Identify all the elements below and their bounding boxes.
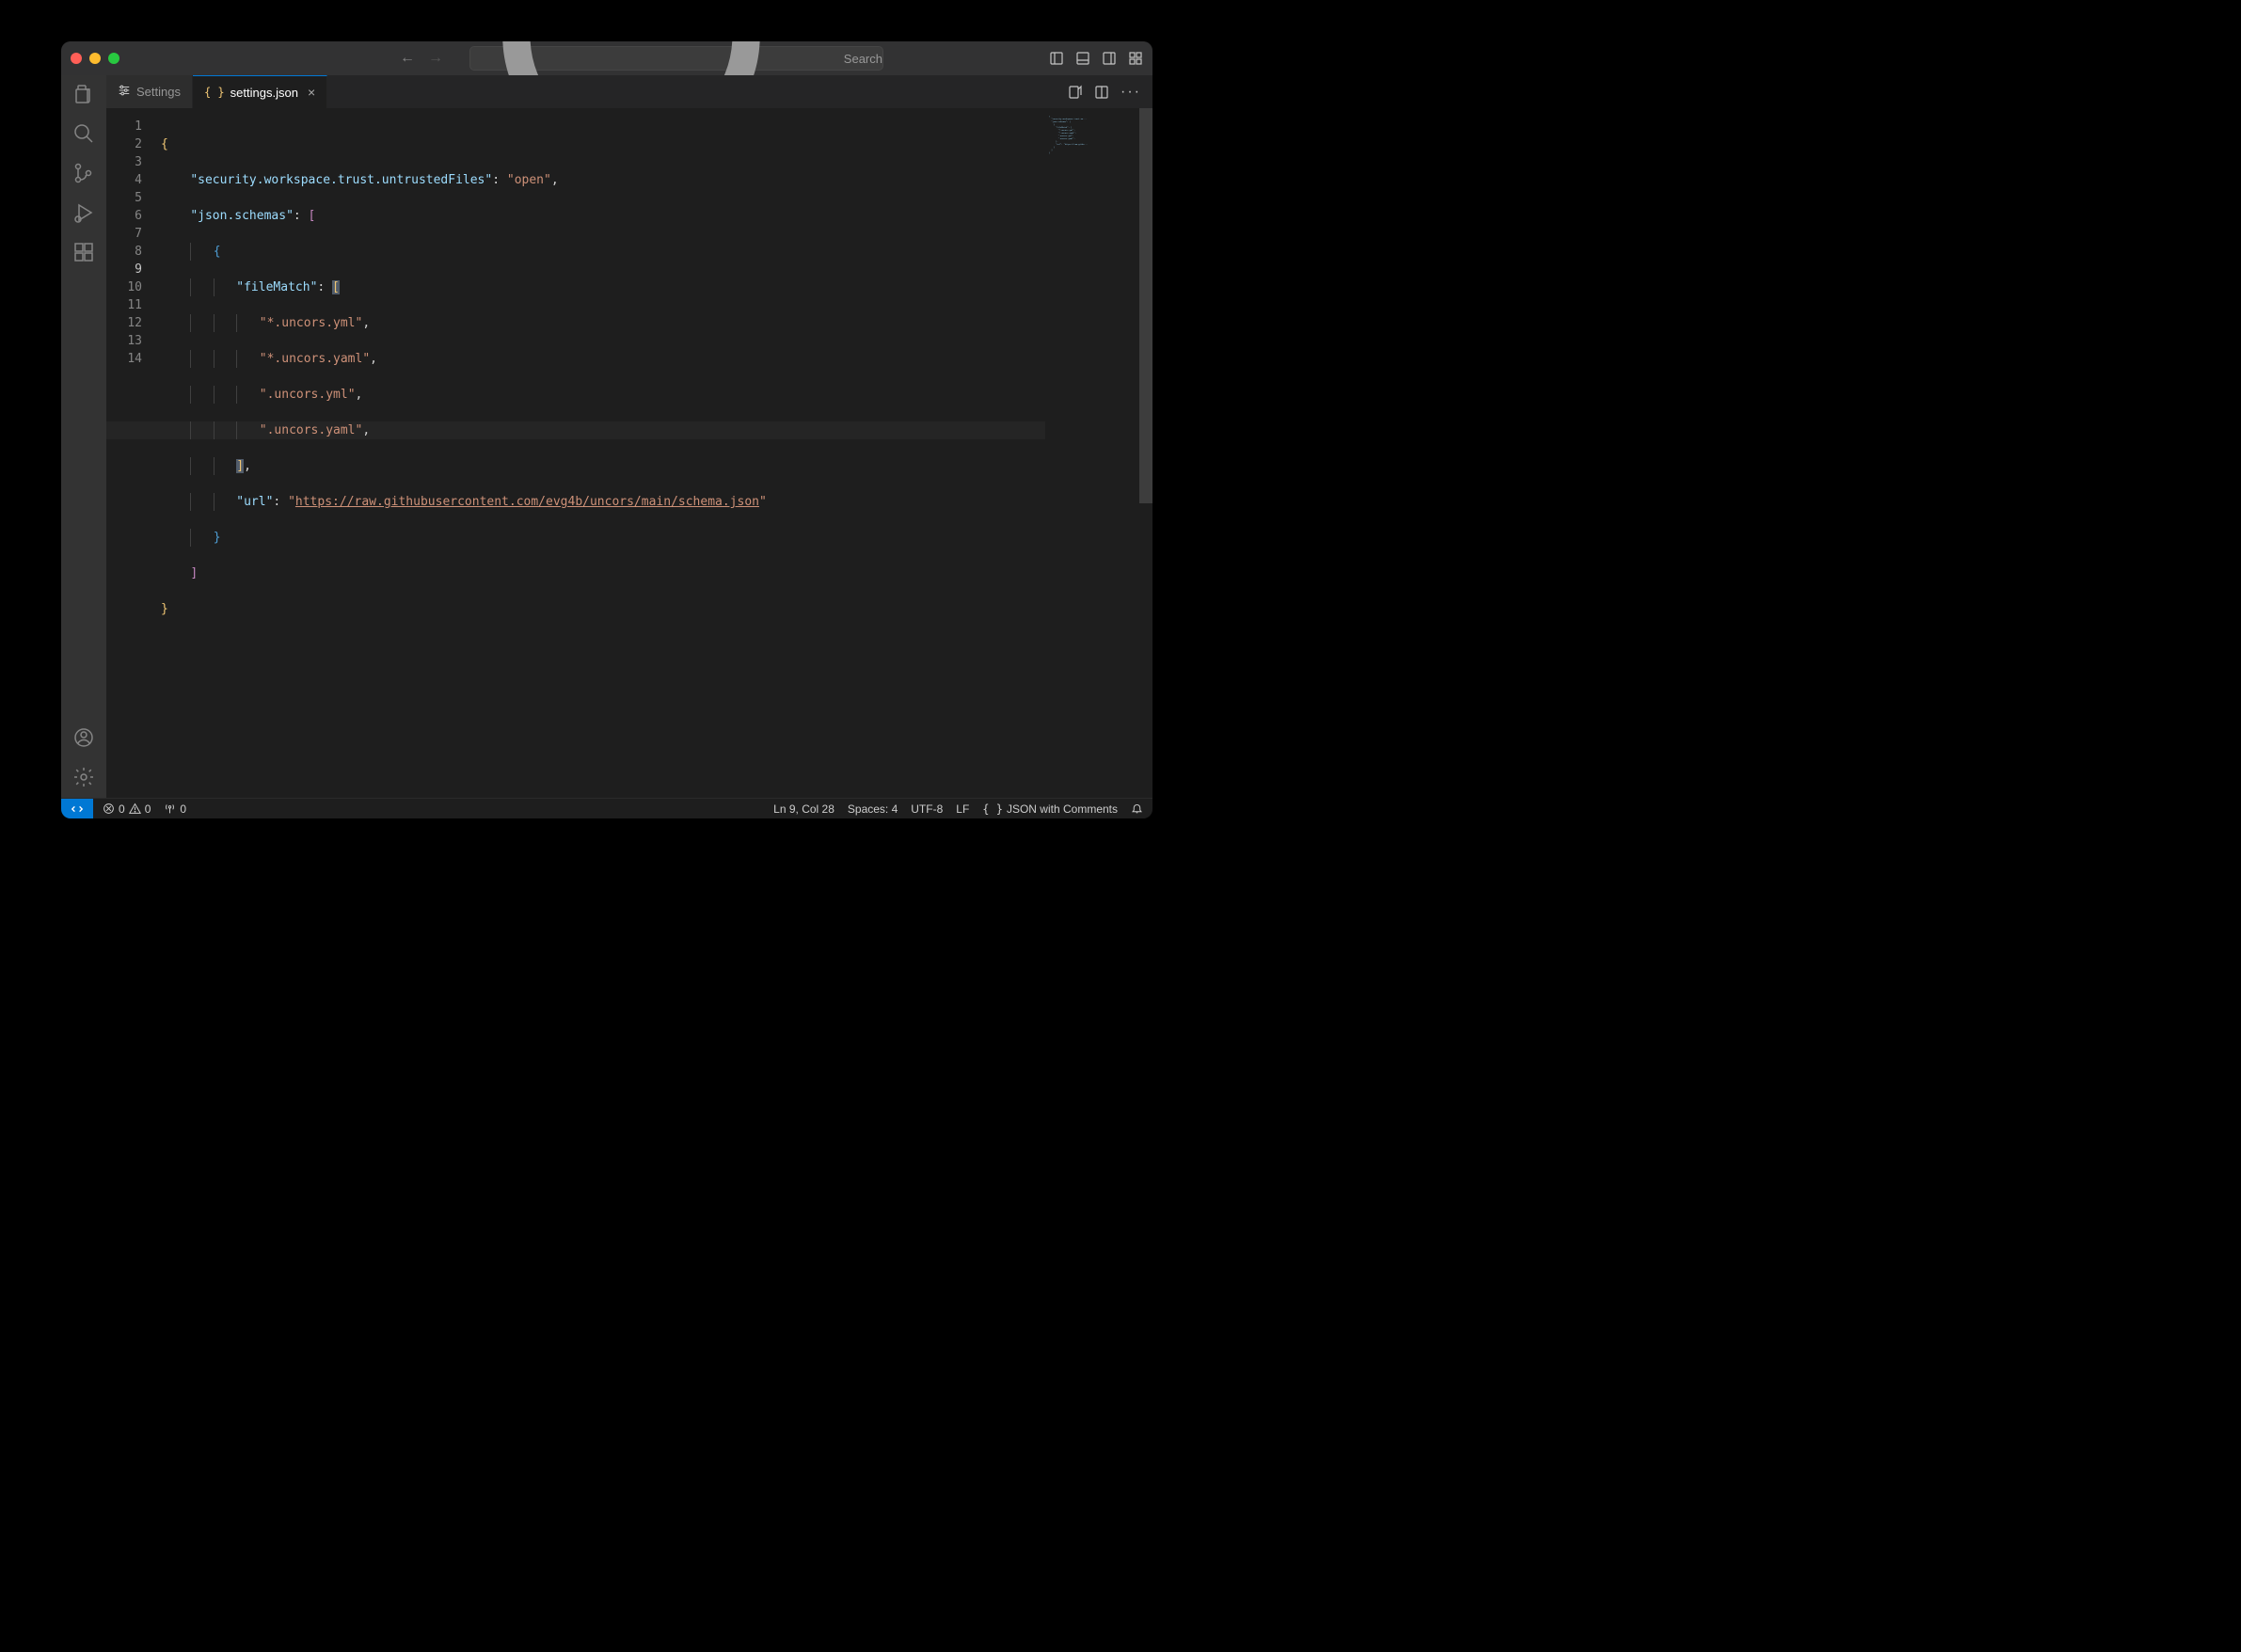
minimap[interactable]: { "security.workspace.trust.un... "json.… (1045, 108, 1139, 798)
main-body: Settings { } settings.json × ··· 1234 56… (61, 75, 1152, 798)
json-url-value[interactable]: https://raw.githubusercontent.com/evg4b/… (295, 495, 759, 509)
tab-label: settings.json (230, 86, 298, 100)
language-mode[interactable]: { } JSON with Comments (982, 802, 1118, 816)
nav-arrows: ← → (400, 50, 443, 67)
explorer-icon[interactable] (72, 83, 95, 105)
run-debug-icon[interactable] (72, 201, 95, 224)
json-value: open (515, 173, 544, 187)
warning-count: 0 (145, 802, 151, 816)
tab-bar: Settings { } settings.json × ··· (106, 75, 1152, 108)
json-value: .uncors.yaml (267, 423, 356, 437)
editor-actions: ··· (1057, 75, 1152, 108)
titlebar: ← → Search (61, 41, 1152, 75)
indentation-status[interactable]: Spaces: 4 (848, 802, 898, 816)
titlebar-layout-controls (1049, 51, 1143, 66)
close-tab-button[interactable]: × (308, 85, 315, 100)
search-placeholder: Search (844, 52, 882, 66)
json-key: json.schemas (198, 209, 286, 223)
settings-tab-icon (118, 84, 131, 100)
eol-status[interactable]: LF (956, 802, 969, 816)
tab-settings-json[interactable]: { } settings.json × (193, 75, 327, 108)
split-editor-icon[interactable] (1094, 85, 1109, 100)
nav-forward-button[interactable]: → (428, 50, 443, 67)
status-right: Ln 9, Col 28 Spaces: 4 UTF-8 LF { } JSON… (764, 802, 1152, 816)
maximize-window-button[interactable] (108, 53, 119, 64)
line-number-gutter: 1234 5678 9101112 1314 (106, 108, 153, 798)
editor-area: Settings { } settings.json × ··· 1234 56… (106, 75, 1152, 798)
run-file-icon[interactable] (1068, 85, 1083, 100)
json-value: *.uncors.yml (267, 316, 356, 330)
nav-back-button[interactable]: ← (400, 50, 415, 67)
window-controls (71, 53, 119, 64)
code-content[interactable]: { "security.workspace.trust.untrustedFil… (153, 108, 1045, 798)
status-bar: 0 0 0 Ln 9, Col 28 Spaces: 4 UTF-8 LF { … (61, 798, 1152, 818)
error-icon (103, 802, 115, 815)
remote-indicator[interactable] (61, 799, 93, 818)
json-value: .uncors.yml (267, 388, 348, 402)
problems-status[interactable]: 0 0 (103, 802, 151, 816)
scrollbar-thumb[interactable] (1139, 108, 1152, 503)
json-key: security.workspace.trust.untrustedFiles (198, 173, 485, 187)
extensions-icon[interactable] (72, 241, 95, 263)
toggle-panel-icon[interactable] (1075, 51, 1090, 66)
json-value: *.uncors.yaml (267, 352, 363, 366)
ports-count: 0 (180, 802, 186, 816)
minimize-window-button[interactable] (89, 53, 101, 64)
source-control-icon[interactable] (72, 162, 95, 184)
vertical-scrollbar[interactable] (1139, 108, 1152, 798)
status-left: 0 0 0 (93, 802, 196, 816)
tab-settings[interactable]: Settings (106, 75, 193, 108)
json-key: fileMatch (244, 280, 310, 294)
bell-icon (1131, 802, 1143, 815)
remote-icon (71, 802, 84, 816)
json-key: url (244, 495, 265, 509)
customize-layout-icon[interactable] (1128, 51, 1143, 66)
activity-bar (61, 75, 106, 798)
ports-status[interactable]: 0 (164, 802, 186, 816)
json-file-icon: { } (204, 86, 225, 99)
braces-icon: { } (982, 802, 1003, 816)
tab-label: Settings (136, 85, 181, 99)
search-icon[interactable] (72, 122, 95, 145)
cursor-position[interactable]: Ln 9, Col 28 (773, 802, 834, 816)
notifications-button[interactable] (1131, 802, 1143, 815)
text-editor[interactable]: 1234 5678 9101112 1314 { "security.works… (106, 108, 1152, 798)
toggle-primary-sidebar-icon[interactable] (1049, 51, 1064, 66)
accounts-icon[interactable] (72, 726, 95, 749)
settings-gear-icon[interactable] (72, 766, 95, 788)
minimap-content: { "security.workspace.trust.un... "json.… (1049, 116, 1136, 155)
warning-icon (129, 802, 141, 815)
toggle-secondary-sidebar-icon[interactable] (1102, 51, 1117, 66)
command-center-search[interactable]: Search (469, 46, 883, 71)
error-count: 0 (119, 802, 125, 816)
close-window-button[interactable] (71, 53, 82, 64)
vscode-window: ← → Search (61, 41, 1152, 818)
radio-tower-icon (164, 802, 176, 815)
encoding-status[interactable]: UTF-8 (911, 802, 943, 816)
more-actions-icon[interactable]: ··· (1120, 84, 1141, 101)
